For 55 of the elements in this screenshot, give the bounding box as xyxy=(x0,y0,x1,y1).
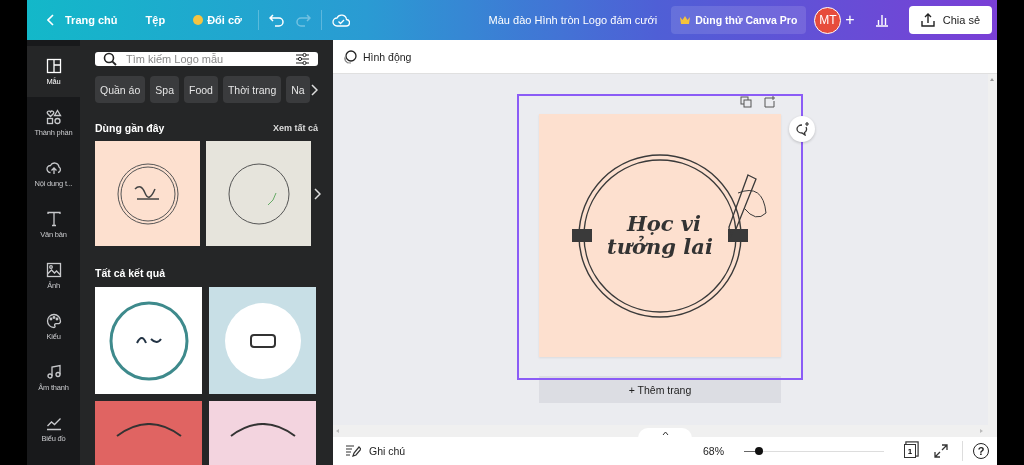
share-button[interactable]: Chia sẻ xyxy=(908,6,992,34)
upload-icon xyxy=(45,159,62,176)
template-thumbnail[interactable] xyxy=(209,287,316,394)
image-icon xyxy=(45,261,62,278)
palette-icon xyxy=(45,312,62,329)
user-avatar[interactable]: MT xyxy=(814,6,842,34)
filter-chip[interactable]: Food xyxy=(184,76,218,103)
see-all-link[interactable]: Xem tất cả xyxy=(272,123,318,133)
template-thumbnail[interactable] xyxy=(206,141,311,246)
text-icon xyxy=(45,210,62,227)
chevron-right-icon[interactable] xyxy=(310,83,318,96)
logo-text[interactable]: tưởng lai xyxy=(607,235,713,258)
scroll-up-icon[interactable] xyxy=(990,78,994,81)
search-field[interactable]: Tìm kiếm Logo mẫu xyxy=(95,52,318,66)
shapes-icon xyxy=(45,108,62,125)
layout-icon xyxy=(45,57,62,74)
page-count-button[interactable]: 1 xyxy=(904,444,916,458)
animate-button[interactable]: Hình động xyxy=(343,49,412,64)
add-comment-button[interactable] xyxy=(789,116,815,142)
add-member-button[interactable]: + xyxy=(845,11,855,29)
template-thumbnail[interactable] xyxy=(95,287,202,394)
fullscreen-icon[interactable] xyxy=(934,444,948,458)
logo-text[interactable]: Học vi xyxy=(626,213,702,236)
search-icon xyxy=(103,52,117,66)
lettering-arc-drawing xyxy=(229,423,296,437)
template-thumbnail[interactable] xyxy=(95,141,200,246)
duplicate-icon[interactable] xyxy=(740,96,752,108)
cloud-check-icon[interactable] xyxy=(331,13,350,27)
chevron-up-icon xyxy=(661,430,669,436)
animation-icon xyxy=(343,49,357,64)
music-icon xyxy=(45,363,62,380)
chevron-left-icon xyxy=(47,14,55,26)
document-title[interactable]: Màu đào Hình tròn Logo đám cưới xyxy=(488,14,658,26)
try-pro-button[interactable]: Dùng thử Canva Pro xyxy=(671,6,807,34)
filter-icon[interactable] xyxy=(295,52,310,66)
add-page-icon[interactable] xyxy=(764,96,776,108)
lettering-arc-drawing xyxy=(115,423,182,437)
comment-plus-icon xyxy=(794,122,810,136)
chevron-right-icon[interactable] xyxy=(313,188,321,200)
filter-chip[interactable]: Spa xyxy=(150,76,179,103)
filter-chip[interactable]: Thời trang xyxy=(222,76,282,103)
add-page-button[interactable]: + Thêm trang xyxy=(539,376,781,403)
filter-chip[interactable]: Na xyxy=(286,76,310,103)
section-title: Tất cả kết quả xyxy=(95,267,167,279)
zoom-level: 68% xyxy=(703,445,724,457)
notes-icon xyxy=(345,444,361,458)
crown-icon xyxy=(680,16,691,24)
bar-chart-icon[interactable] xyxy=(874,13,889,27)
filter-chip[interactable]: Quần áo xyxy=(95,76,146,103)
upload-icon xyxy=(920,13,935,27)
slider-thumb[interactable] xyxy=(755,447,764,455)
notes-button[interactable]: Ghi chú xyxy=(345,444,406,458)
undo-icon[interactable] xyxy=(268,13,285,27)
design-page[interactable]: Học vi tưởng lai xyxy=(539,114,781,357)
section-title: Dùng gần đây xyxy=(95,122,165,134)
